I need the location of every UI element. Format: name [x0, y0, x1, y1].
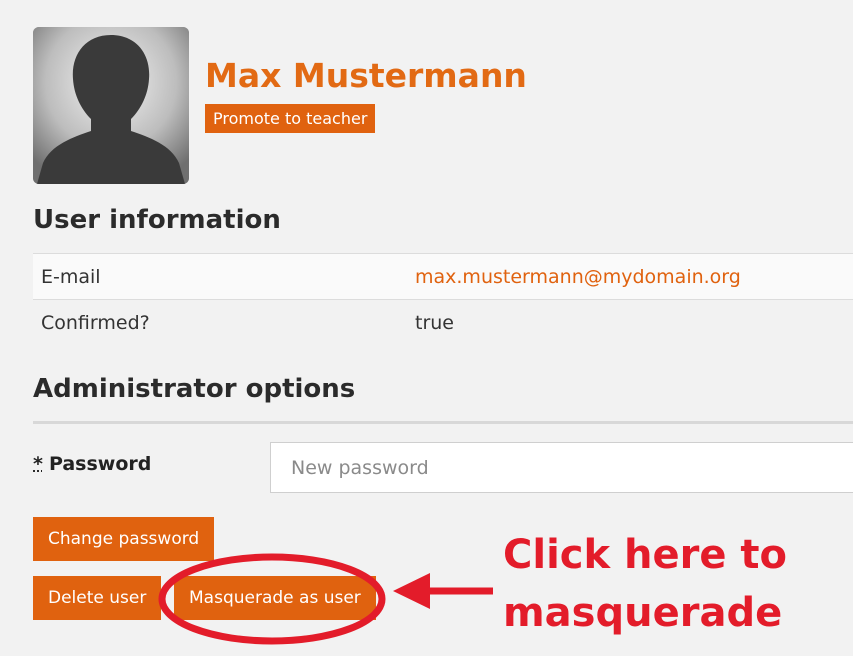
confirmed-value: true — [415, 312, 454, 334]
section-divider — [33, 421, 853, 424]
person-silhouette-icon — [33, 27, 189, 184]
promote-to-teacher-button[interactable]: Promote to teacher — [205, 104, 376, 133]
annotation-arrow-head-icon — [393, 573, 430, 609]
info-row-email: E-mail max.mustermann@mydomain.org — [33, 253, 853, 300]
administrator-options-heading: Administrator options — [33, 374, 356, 404]
annotation-text-line1: Click here to — [503, 532, 788, 578]
password-label-text: Password — [48, 453, 152, 475]
new-password-input[interactable] — [270, 442, 853, 493]
masquerade-as-user-button[interactable]: Masquerade as user — [174, 576, 376, 620]
change-password-button[interactable]: Change password — [33, 517, 215, 561]
confirmed-label: Confirmed? — [41, 312, 150, 334]
email-label: E-mail — [41, 266, 101, 288]
email-link[interactable]: max.mustermann@mydomain.org — [415, 266, 741, 288]
required-marker: * — [33, 453, 43, 475]
annotation-text-line2: masquerade — [503, 590, 783, 636]
user-information-heading: User information — [33, 205, 281, 235]
password-label: * Password — [33, 453, 151, 475]
user-name: Max Mustermann — [205, 56, 527, 95]
avatar — [33, 27, 189, 184]
info-row-confirmed: Confirmed? true — [33, 299, 853, 346]
delete-user-button[interactable]: Delete user — [33, 576, 162, 620]
